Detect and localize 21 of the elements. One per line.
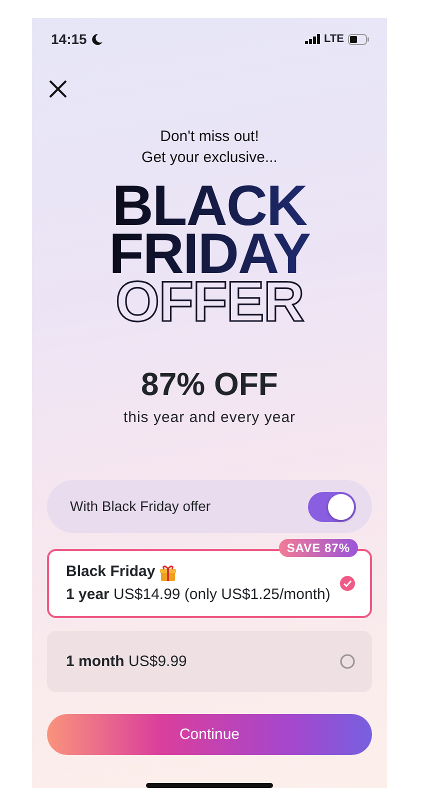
- discount-headline: 87% OFF: [141, 366, 278, 402]
- radio-icon: [340, 654, 355, 670]
- network-label: LTE: [324, 32, 344, 48]
- toggle-switch[interactable]: [308, 492, 356, 522]
- continue-button[interactable]: Continue: [47, 714, 372, 756]
- close-button[interactable]: [47, 78, 69, 100]
- signal-icon: [305, 34, 320, 44]
- plan-title: Black Friday: [66, 562, 156, 582]
- save-badge: SAVE 87%: [278, 539, 358, 558]
- plan-price: 1 year US$14.99 (only US$1.25/month): [66, 584, 332, 605]
- header-text: Get your exclusive...: [142, 148, 278, 166]
- plan-price: 1 month US$9.99: [66, 652, 188, 672]
- gift-icon: [159, 564, 178, 582]
- header-text: Don't miss out!: [160, 128, 259, 145]
- discount-subtitle: this year and every year: [123, 408, 296, 428]
- battery-icon: [348, 34, 370, 45]
- plan-option[interactable]: 1 month US$9.99: [47, 631, 372, 692]
- moon-icon: [90, 33, 103, 46]
- toggle-label: With Black Friday offer: [70, 497, 211, 516]
- check-icon: [340, 576, 355, 592]
- status-time: 14:15: [51, 30, 87, 49]
